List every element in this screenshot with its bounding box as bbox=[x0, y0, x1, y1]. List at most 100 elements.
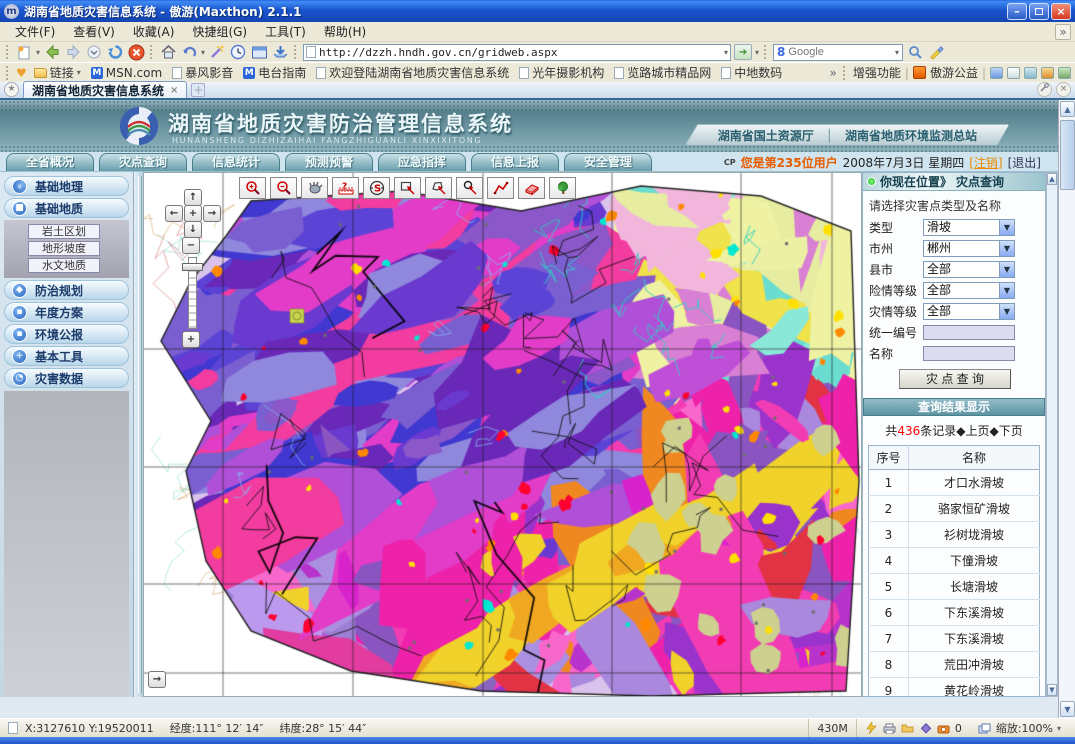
search-icon[interactable] bbox=[906, 44, 924, 61]
link-zhongdi[interactable]: 中地数码 bbox=[718, 64, 785, 81]
links-overflow-button[interactable]: » bbox=[830, 66, 837, 80]
nav-tab-disaster-query[interactable]: 灾点查询 bbox=[99, 153, 187, 171]
result-row[interactable]: 9 黄花岭滑坡 bbox=[869, 678, 1040, 698]
nav-tab-emergency[interactable]: 应急指挥 bbox=[378, 153, 466, 171]
history-dropdown-icon[interactable] bbox=[85, 44, 103, 61]
sidebar-subitem-hydrogeology[interactable]: 水文地质 bbox=[28, 258, 100, 273]
forward-icon[interactable] bbox=[64, 44, 82, 61]
result-row[interactable]: 8 荒田冲滑坡 bbox=[869, 652, 1040, 678]
minimize-button[interactable]: – bbox=[1007, 3, 1027, 20]
menu-overflow-button[interactable]: » bbox=[1055, 24, 1071, 40]
result-name[interactable]: 才口水滑坡 bbox=[909, 470, 1040, 496]
new-tab-button[interactable]: + bbox=[191, 83, 205, 97]
setup-wrench-button[interactable] bbox=[1037, 82, 1052, 97]
favorites-star-button[interactable]: ★ bbox=[4, 82, 19, 97]
back-icon[interactable] bbox=[43, 44, 61, 61]
zoom-out-button[interactable] bbox=[270, 177, 297, 199]
zoom-window-icon[interactable] bbox=[978, 722, 992, 734]
draw-line-button[interactable] bbox=[487, 177, 514, 199]
select-s-button[interactable]: S bbox=[363, 177, 390, 199]
stop-icon[interactable] bbox=[127, 44, 145, 61]
result-row[interactable]: 5 长塘滑坡 bbox=[869, 574, 1040, 600]
result-row[interactable]: 6 下东溪滑坡 bbox=[869, 600, 1040, 626]
eraser-button[interactable] bbox=[518, 177, 545, 199]
scrollbar-thumb[interactable] bbox=[1060, 120, 1075, 190]
nav-tab-statistics[interactable]: 信息统计 bbox=[192, 153, 280, 171]
result-row[interactable]: 4 下僮滑坡 bbox=[869, 548, 1040, 574]
scroll-down-icon[interactable]: ▼ bbox=[1060, 701, 1075, 717]
sidebar-item-prevention-plan[interactable]: ◆ 防治规划 bbox=[4, 280, 129, 300]
name-input[interactable] bbox=[923, 346, 1015, 361]
pan-up-button[interactable]: ↑ bbox=[184, 189, 202, 206]
zoom-minus-button[interactable]: − bbox=[182, 237, 200, 254]
folder-icon[interactable] bbox=[901, 722, 915, 734]
link-land-resources[interactable]: 湖南省国土资源厅 bbox=[718, 127, 814, 144]
page-scrollbar[interactable]: ▲ ▼ bbox=[1058, 100, 1075, 718]
danger-level-select[interactable]: 全部▼ bbox=[923, 282, 1015, 299]
menu-file[interactable]: 文件(F) bbox=[6, 21, 64, 42]
result-row[interactable]: 3 衫树垅滑坡 bbox=[869, 522, 1040, 548]
disaster-level-select[interactable]: 全部▼ bbox=[923, 303, 1015, 320]
link-radio[interactable]: M电台指南 bbox=[240, 64, 309, 81]
search-engine-caret-icon[interactable]: ▾ bbox=[895, 48, 899, 57]
go-button[interactable]: ➔ bbox=[734, 44, 752, 60]
pan-corner-button[interactable]: → bbox=[148, 671, 166, 688]
prev-page-link[interactable]: ◆上页 bbox=[956, 424, 989, 438]
plugins-icon[interactable] bbox=[1041, 67, 1054, 79]
screenshot-camera-icon[interactable] bbox=[937, 722, 951, 734]
city-select[interactable]: 郴州▼ bbox=[923, 240, 1015, 257]
sidebar-item-env-bulletin[interactable]: ▪ 环境公报 bbox=[4, 324, 129, 344]
result-name[interactable]: 黄花岭滑坡 bbox=[909, 678, 1040, 698]
result-row[interactable]: 1 才口水滑坡 bbox=[869, 470, 1040, 496]
tab-active[interactable]: 湖南省地质灾害信息系统 × bbox=[23, 81, 187, 98]
menu-favorites[interactable]: 收藏(A) bbox=[124, 21, 184, 42]
result-name[interactable]: 下东溪滑坡 bbox=[909, 626, 1040, 652]
link-msn[interactable]: MMSN.com bbox=[88, 66, 165, 80]
layers-tree-button[interactable] bbox=[549, 177, 576, 199]
new-tab-icon[interactable] bbox=[15, 44, 33, 61]
zoom-in-button[interactable] bbox=[239, 177, 266, 199]
menu-view[interactable]: 查看(V) bbox=[64, 21, 124, 42]
pan-left-button[interactable]: ← bbox=[165, 205, 183, 222]
link-baofeng[interactable]: 暴风影音 bbox=[169, 64, 236, 81]
menu-tools[interactable]: 工具(T) bbox=[256, 21, 315, 42]
toolbar-grip[interactable] bbox=[6, 45, 10, 59]
result-name[interactable]: 下东溪滑坡 bbox=[909, 600, 1040, 626]
sidebar-subitem-rock-zoning[interactable]: 岩土区划 bbox=[28, 224, 100, 239]
logout-link[interactable]: [注销] bbox=[969, 154, 1002, 171]
menu-groups[interactable]: 快捷组(G) bbox=[183, 21, 256, 42]
printer-icon[interactable] bbox=[883, 722, 897, 734]
disaster-query-button[interactable]: 灾 点 查 询 bbox=[899, 369, 1011, 389]
measure-distance-button[interactable]: ? bbox=[332, 177, 359, 199]
result-row[interactable]: 2 骆家恒矿滑坡 bbox=[869, 496, 1040, 522]
select-circle-button[interactable] bbox=[456, 177, 483, 199]
result-name[interactable]: 衫树垅滑坡 bbox=[909, 522, 1040, 548]
download-icon[interactable] bbox=[271, 44, 289, 61]
weather-icon[interactable] bbox=[1058, 67, 1071, 79]
pan-down-button[interactable]: ↓ bbox=[184, 221, 202, 238]
nav-tab-report[interactable]: 信息上报 bbox=[471, 153, 559, 171]
link-geo-env-station[interactable]: 湖南省地质环境监测总站 bbox=[845, 127, 977, 144]
scroll-up-icon[interactable]: ▲ bbox=[1060, 101, 1075, 117]
chevron-down-icon[interactable]: ▼ bbox=[999, 304, 1014, 319]
select-polygon-button[interactable] bbox=[425, 177, 452, 199]
result-name[interactable]: 下僮滑坡 bbox=[909, 548, 1040, 574]
url-dropdown-icon[interactable]: ▾ bbox=[724, 48, 728, 57]
sidebar-subitem-terrain-slope[interactable]: 地形坡度 bbox=[28, 241, 100, 256]
undo-icon[interactable] bbox=[180, 44, 198, 61]
nav-tab-security[interactable]: 安全管理 bbox=[564, 153, 652, 171]
sidebar-item-base-geography[interactable]: » 基础地理 bbox=[4, 176, 129, 196]
nav-tab-forecast[interactable]: 预测预警 bbox=[285, 153, 373, 171]
chevron-down-icon[interactable]: ▼ bbox=[999, 283, 1014, 298]
sidebar-item-basic-tools[interactable]: + 基本工具 bbox=[4, 346, 129, 366]
zoom-level[interactable]: 缩放:100% bbox=[996, 720, 1053, 736]
maxthon-charity-link[interactable]: 傲游公益 bbox=[930, 64, 978, 81]
zoom-slider-handle[interactable] bbox=[182, 263, 203, 271]
window-icon[interactable] bbox=[1007, 67, 1020, 79]
sidebar-item-disaster-data[interactable]: ◔ 灾害数据 bbox=[4, 368, 129, 388]
undo-caret-icon[interactable]: ▾ bbox=[201, 48, 205, 57]
history-clock-icon[interactable] bbox=[229, 44, 247, 61]
url-input[interactable] bbox=[319, 46, 724, 59]
result-name[interactable]: 长塘滑坡 bbox=[909, 574, 1040, 600]
magic-wand-icon[interactable] bbox=[208, 44, 226, 61]
